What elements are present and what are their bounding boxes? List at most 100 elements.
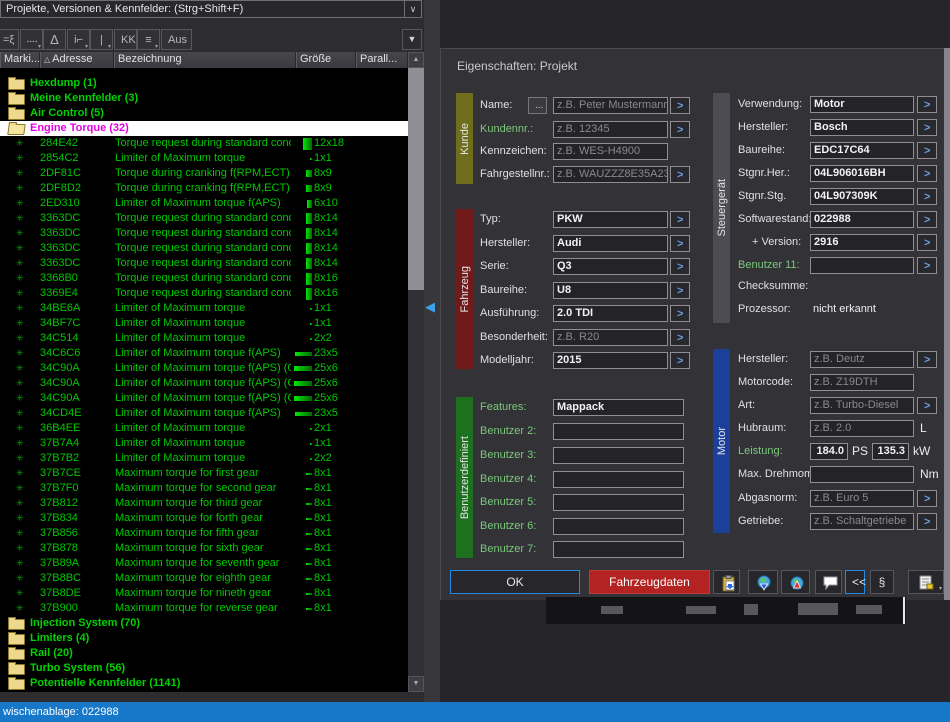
- input-field[interactable]: [553, 494, 684, 511]
- input-field[interactable]: z.B. Deutz: [810, 351, 914, 368]
- expand-button[interactable]: >: [670, 352, 690, 369]
- expand-button[interactable]: >: [670, 329, 690, 346]
- table-row[interactable]: ✳34C6C6Limiter of Maximum torque f(APS)2…: [0, 346, 408, 361]
- notes-icon[interactable]: ▾: [908, 570, 944, 594]
- input-field[interactable]: 2015: [553, 352, 668, 369]
- input-field[interactable]: z.B. Peter Mustermann: [553, 97, 668, 114]
- table-row[interactable]: ✳37B7A4Limiter of Maximum torque1x1: [0, 436, 408, 451]
- search-vehicle-data-button[interactable]: Fahrzeugdaten suchen: [589, 570, 710, 594]
- table-row[interactable]: ✳37B900Maximum torque for reverse gear8x…: [0, 601, 408, 616]
- input-field[interactable]: [553, 471, 684, 488]
- ellipsis-button[interactable]: ...: [528, 97, 547, 114]
- expand-button[interactable]: >: [917, 211, 937, 228]
- expand-button[interactable]: >: [670, 211, 690, 228]
- table-row[interactable]: ✳34C514Limiter of Maximum torque2x2: [0, 331, 408, 346]
- tree-folder-row[interactable]: Meine Kennfelder (3): [0, 91, 408, 106]
- input-field[interactable]: 022988: [810, 211, 914, 228]
- expand-button[interactable]: >: [670, 258, 690, 275]
- input-field[interactable]: [810, 466, 914, 483]
- list-rows-icon[interactable]: ≡▾: [137, 29, 160, 50]
- expand-button[interactable]: >: [670, 282, 690, 299]
- input-field[interactable]: z.B. WES-H4900: [553, 143, 668, 160]
- table-row[interactable]: ✳37B8DEMaximum torque for nineth gear8x1: [0, 586, 408, 601]
- column-header-gre[interactable]: Größe: [296, 52, 356, 68]
- input-field[interactable]: EDC17C64: [810, 142, 914, 159]
- table-row[interactable]: ✳37B89AMaximum torque for seventh gear8x…: [0, 556, 408, 571]
- tree-folder-row[interactable]: Rail (20): [0, 646, 408, 661]
- input-field[interactable]: [553, 423, 684, 440]
- expand-button[interactable]: >: [917, 397, 937, 414]
- expand-button[interactable]: >: [917, 513, 937, 530]
- paste-vehicle-data-icon[interactable]: [713, 570, 740, 594]
- table-row[interactable]: ✳2ED310Limiter of Maximum torque f(APS)6…: [0, 196, 408, 211]
- input-field[interactable]: 184.0: [810, 443, 848, 460]
- table-row[interactable]: ✳34C90ALimiter of Maximum torque f(APS) …: [0, 376, 408, 391]
- tree-folder-row[interactable]: Limiters (4): [0, 631, 408, 646]
- input-field[interactable]: Motor: [810, 96, 914, 113]
- expand-button[interactable]: >: [917, 96, 937, 113]
- input-field[interactable]: 2916: [810, 234, 914, 251]
- input-field[interactable]: 135.3: [872, 443, 909, 460]
- table-row[interactable]: ✳3363DCTorque request during standard co…: [0, 211, 408, 226]
- table-row[interactable]: ✳34C90ALimiter of Maximum torque f(APS) …: [0, 361, 408, 376]
- tree-folder-row[interactable]: Engine Torque (32): [0, 121, 408, 136]
- input-field[interactable]: Q3: [553, 258, 668, 275]
- collapse-panel-arrow-icon[interactable]: ◀: [425, 300, 435, 313]
- input-field[interactable]: z.B. Schaltgetriebe: [810, 513, 914, 530]
- expand-button[interactable]: >: [670, 97, 690, 114]
- table-row[interactable]: ✳37B7F0Maximum torque for second gear8x1: [0, 481, 408, 496]
- input-field[interactable]: Audi: [553, 235, 668, 252]
- table-row[interactable]: ✳34CD4ELimiter of Maximum torque f(APS)2…: [0, 406, 408, 421]
- download-globe-icon[interactable]: [748, 570, 778, 594]
- input-field[interactable]: [553, 447, 684, 464]
- table-row[interactable]: ✳36B4EELimiter of Maximum torque2x1: [0, 421, 408, 436]
- link-compare-icon[interactable]: =ξ: [0, 29, 19, 50]
- paragraph-button[interactable]: §: [870, 570, 894, 594]
- expand-button[interactable]: >: [670, 305, 690, 322]
- background-scrollbar[interactable]: [944, 48, 950, 600]
- table-row[interactable]: ✳37B834Maximum torque for forth gear8x1: [0, 511, 408, 526]
- tree-folder-row[interactable]: Hexdump (1): [0, 76, 408, 91]
- table-row[interactable]: ✳34BE6ALimiter of Maximum torque1x1: [0, 301, 408, 316]
- input-field[interactable]: z.B. Turbo-Diesel: [810, 397, 914, 414]
- input-field[interactable]: z.B. R20: [553, 329, 668, 346]
- input-field[interactable]: 04L906016BH: [810, 165, 914, 182]
- input-field[interactable]: 2.0 TDI: [553, 305, 668, 322]
- expand-button[interactable]: >: [917, 490, 937, 507]
- ok-button[interactable]: OK: [450, 570, 580, 594]
- aus-button[interactable]: Aus: [161, 29, 192, 50]
- table-row[interactable]: ✳284E42Torque request during standard co…: [0, 136, 408, 151]
- flag-columns-icon[interactable]: |ŀ|▾: [90, 29, 113, 50]
- input-field[interactable]: U8: [553, 282, 668, 299]
- table-row[interactable]: ✳34C90ALimiter of Maximum torque f(APS) …: [0, 391, 408, 406]
- panel-menu-button[interactable]: ▼: [402, 29, 422, 50]
- kk-icon[interactable]: KK: [114, 29, 137, 50]
- expand-button[interactable]: >: [670, 121, 690, 138]
- tree-folder-row[interactable]: Air Control (5): [0, 106, 408, 121]
- expand-button[interactable]: >: [917, 234, 937, 251]
- collapse-chevrons-button[interactable]: <<: [845, 570, 865, 594]
- delta-icon[interactable]: Δ: [43, 29, 66, 50]
- table-row[interactable]: ✳3363DCTorque request during standard co…: [0, 241, 408, 256]
- tree-folder-row[interactable]: Injection System (70): [0, 616, 408, 631]
- table-row[interactable]: ✳37B812Maximum torque for third gear8x1: [0, 496, 408, 511]
- upload-globe-icon[interactable]: [781, 570, 810, 594]
- column-header-marki[interactable]: Marki...: [0, 52, 40, 68]
- input-field[interactable]: z.B. Z19DTH: [810, 374, 914, 391]
- input-field[interactable]: PKW: [553, 211, 668, 228]
- expand-button[interactable]: >: [917, 188, 937, 205]
- input-field[interactable]: z.B. 12345: [553, 121, 668, 138]
- table-row[interactable]: ✳34BF7CLimiter of Maximum torque1x1: [0, 316, 408, 331]
- input-field[interactable]: Mappack: [553, 399, 684, 416]
- table-row[interactable]: ✳2854C2Limiter of Maximum torque1x1: [0, 151, 408, 166]
- table-row[interactable]: ✳2DF81CTorque during cranking f(RPM,ECT)…: [0, 166, 408, 181]
- map-markers-icon[interactable]: ▪▪▪▪▾: [20, 29, 43, 50]
- input-field[interactable]: [810, 257, 914, 274]
- comment-icon[interactable]: [815, 570, 842, 594]
- input-field[interactable]: z.B. WAUZZZ8E35A235: [553, 166, 668, 183]
- table-row[interactable]: ✳3369E4Torque request during standard co…: [0, 286, 408, 301]
- expand-button[interactable]: >: [917, 165, 937, 182]
- table-row[interactable]: ✳3363DCTorque request during standard co…: [0, 256, 408, 271]
- table-row[interactable]: ✳37B7B2Limiter of Maximum torque2x2: [0, 451, 408, 466]
- column-header-adresse[interactable]: △Adresse: [40, 52, 114, 68]
